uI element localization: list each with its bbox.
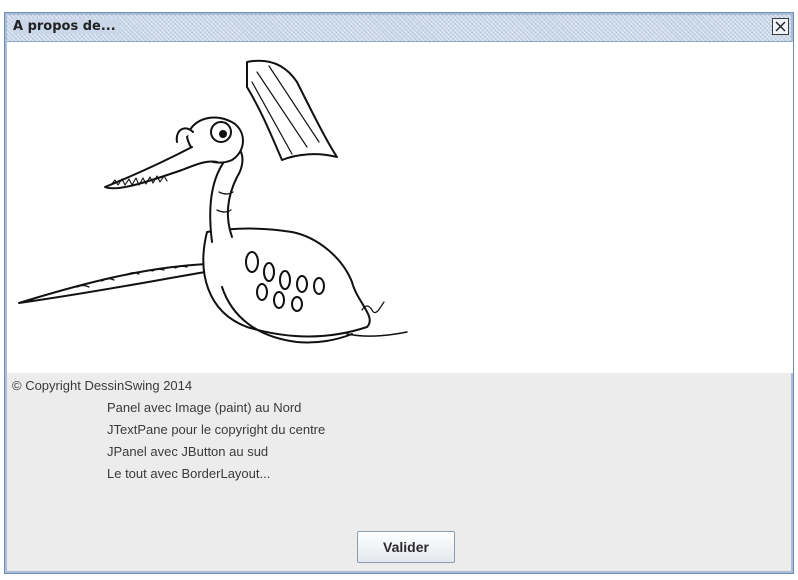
title-bar[interactable]: A propos de... (7, 15, 791, 42)
dialog-title: A propos de... (13, 19, 120, 34)
description-line: JPanel avec JButton au sud (107, 444, 269, 459)
button-panel: Valider (7, 523, 793, 573)
description-line: Panel avec Image (paint) au Nord (107, 400, 302, 415)
copyright-text-pane: © Copyright DessinSwing 2014 Panel avec … (7, 373, 793, 523)
dialog-content: © Copyright DessinSwing 2014 Panel avec … (7, 42, 793, 573)
description-line: Le tout avec BorderLayout... (107, 466, 271, 481)
close-icon (775, 21, 786, 32)
dragon-drawing (18, 59, 408, 344)
close-button[interactable] (772, 18, 789, 35)
description-line: JTextPane pour le copyright du centre (107, 422, 326, 437)
about-dialog: A propos de... © Copyright DessinSwing 2… (4, 12, 794, 574)
image-panel (7, 42, 793, 373)
copyright-text: © Copyright DessinSwing 2014 (12, 378, 193, 393)
valider-button[interactable]: Valider (357, 531, 455, 563)
